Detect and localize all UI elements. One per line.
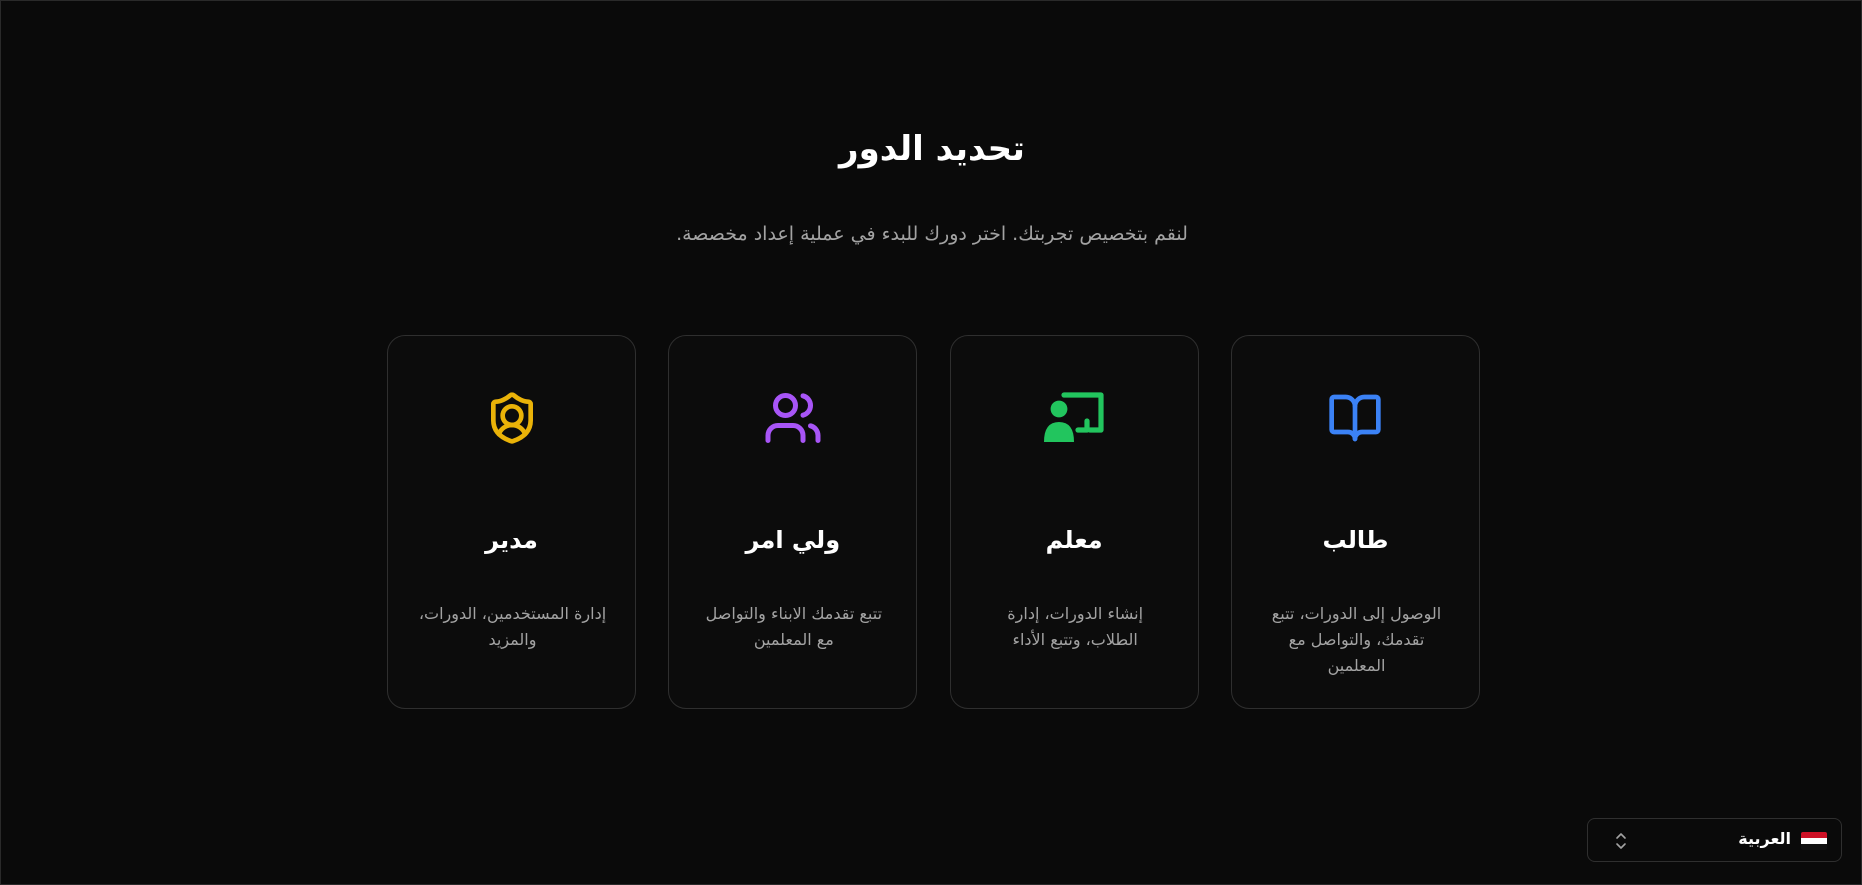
role-description: الوصول إلى الدورات، تتبع تقدمك، والتواصل… — [1271, 604, 1442, 675]
role-card-parent[interactable]: ولي امر تتبع تقدمك الابناء والتواصل مع ا… — [668, 335, 918, 709]
role-name: معلم — [1045, 526, 1103, 554]
page-title: تحديد الدور — [839, 129, 1025, 169]
role-selection-page: تحديد الدور لنقم بتخصيص تجربتك. اختر دور… — [0, 0, 1862, 885]
role-card-student[interactable]: طالب الوصول إلى الدورات، تتبع تقدمك، وال… — [1230, 335, 1480, 709]
role-name: مدير — [485, 526, 538, 554]
egypt-flag-icon — [1801, 832, 1827, 850]
role-description: تتبع تقدمك الابناء والتواصل مع المعلمين — [705, 604, 883, 649]
language-label: العربية — [1738, 829, 1791, 848]
role-cards: طالب الوصول إلى الدورات، تتبع تقدمك، وال… — [387, 335, 1480, 711]
role-card-admin[interactable]: مدير إدارة المستخدمين، الدورات، والمزيد — [387, 335, 636, 709]
teacher-board-icon — [951, 388, 1198, 448]
chevrons-up-down-icon — [1614, 831, 1628, 851]
language-select[interactable]: العربية — [1587, 818, 1842, 862]
users-icon — [669, 388, 916, 448]
role-card-teacher[interactable]: معلم إنشاء الدورات، إدارة الطلاب، وتتبع … — [949, 335, 1199, 709]
book-open-icon — [1232, 388, 1479, 448]
role-description: إنشاء الدورات، إدارة الطلاب، وتتبع الأدا… — [1007, 604, 1144, 649]
role-description: إدارة المستخدمين، الدورات، والمزيد — [418, 604, 607, 649]
shield-user-icon — [388, 388, 635, 448]
role-name: ولي امر — [745, 526, 841, 554]
role-name: طالب — [1322, 526, 1389, 554]
page-subtitle: لنقم بتخصيص تجربتك. اختر دورك للبدء في ع… — [676, 223, 1188, 245]
